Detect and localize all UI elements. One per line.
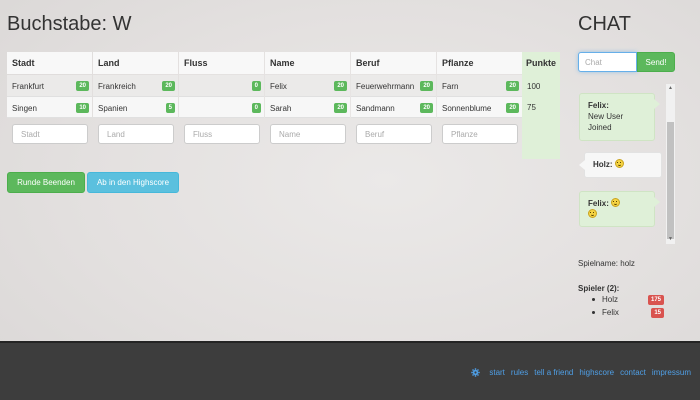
smiley-icon (611, 198, 621, 207)
gear-icon (471, 368, 481, 377)
chat-message: Holz: (579, 152, 662, 178)
score-badge: 175 (647, 295, 664, 305)
points-badge: 20 (506, 81, 519, 91)
highscore-button[interactable]: Ab in den Highscore (87, 172, 179, 193)
table-cell: Frankreich 20 (93, 75, 178, 96)
message-author: Felix: (588, 101, 609, 110)
cell-value: Sarah (270, 104, 292, 113)
pflanze-input[interactable] (442, 124, 518, 144)
column-land: Land Frankreich 20 Spanien 5 (93, 52, 178, 159)
column-name: Name Felix 20 Sarah 20 (265, 52, 350, 159)
column-punkte: Punkte 100 75 (522, 52, 560, 159)
table-cell: Felix 20 (265, 75, 350, 96)
footer-link-start[interactable]: start (489, 368, 505, 377)
points-total: 100 (522, 75, 560, 96)
footer-link-impressum[interactable]: impressum (652, 368, 691, 377)
points-badge: 20 (334, 81, 347, 91)
scrollbar-thumb[interactable] (667, 122, 674, 239)
player-list-name: Felix (602, 308, 619, 317)
table-cell: Farn 20 (437, 75, 522, 96)
points-badge: 20 (420, 103, 433, 113)
table-cell: Spanien 5 (93, 96, 178, 118)
table-cell: Sandmann 20 (351, 96, 436, 118)
cell-value: Frankreich (98, 82, 136, 91)
message-author: Felix: (588, 199, 609, 208)
message-author: Holz: (593, 160, 613, 169)
table-cell: Sarah 20 (265, 96, 350, 118)
cell-value: Frankfurt (12, 82, 45, 91)
column-header-stadt: Stadt (7, 52, 92, 74)
footer-nav: start rules tell a friend highscore cont… (471, 368, 691, 377)
column-beruf: Beruf Feuerwehrmann 20 Sandmann 20 (351, 52, 436, 159)
fluss-input[interactable] (184, 124, 260, 144)
chat-title: CHAT (578, 13, 631, 35)
table-cell: Frankfurt 20 (7, 75, 92, 96)
column-header-beruf: Beruf (351, 52, 436, 74)
list-item: Felix 15 (592, 307, 664, 320)
bullet-icon (592, 298, 595, 301)
points-badge: 20 (162, 81, 175, 91)
end-round-button[interactable]: Runde Beenden (7, 172, 85, 193)
game-table: Stadt Frankfurt 20 Singen 10 Land Frankrei… (7, 52, 560, 159)
score-badge: 15 (651, 308, 664, 318)
cell-value: Sonnenblume (442, 104, 492, 113)
list-item: Holz 175 (592, 294, 664, 307)
name-input[interactable] (270, 124, 346, 144)
cell-value: Sandmann (356, 104, 395, 113)
column-stadt: Stadt Frankfurt 20 Singen 10 (7, 52, 92, 159)
points-badge: 5 (165, 103, 175, 113)
points-total: 75 (522, 96, 560, 118)
points-total-value: 100 (527, 82, 541, 91)
smiley-icon (614, 159, 624, 168)
points-badge: 0 (251, 81, 261, 91)
column-header-name: Name (265, 52, 350, 74)
chat-message: Felix: (579, 191, 660, 227)
table-cell: 0 (179, 96, 264, 118)
message-text: New User Joined (588, 112, 624, 132)
cell-value: Felix (270, 82, 287, 91)
table-cell: Feuerwehrmann 20 (351, 75, 436, 96)
chat-scrollbar[interactable]: ▲ ▼ (666, 84, 675, 244)
cell-value: Singen (12, 104, 37, 113)
table-cell: Sonnenblume 20 (437, 96, 522, 118)
land-input[interactable] (98, 124, 174, 144)
players-header: Spieler (2): (578, 284, 620, 293)
send-button[interactable]: Send! (637, 52, 675, 72)
column-header-pflanze: Pflanze (437, 52, 522, 74)
points-badge: 20 (76, 81, 89, 91)
scroll-up-icon[interactable]: ▲ (666, 84, 675, 93)
table-cell: 0 (179, 75, 264, 96)
footer: start rules tell a friend highscore cont… (0, 341, 700, 400)
points-badge: 20 (420, 81, 433, 91)
points-badge: 20 (334, 103, 347, 113)
points-badge: 10 (76, 103, 89, 113)
column-header-land: Land (93, 52, 178, 74)
player-name: Spielname: holz (578, 259, 635, 268)
footer-link-tell-a-friend[interactable]: tell a friend (534, 368, 573, 377)
footer-link-contact[interactable]: contact (620, 368, 646, 377)
column-pflanze: Pflanze Farn 20 Sonnenblume 20 (437, 52, 522, 159)
cell-value: Farn (442, 82, 459, 91)
footer-link-rules[interactable]: rules (511, 368, 528, 377)
cell-value: Feuerwehrmann (356, 82, 415, 91)
footer-link-highscore[interactable]: highscore (579, 368, 614, 377)
stadt-input[interactable] (12, 124, 88, 144)
column-fluss: Fluss 0 0 (179, 52, 264, 159)
points-badge: 0 (251, 103, 261, 113)
cell-value: Spanien (98, 104, 128, 113)
chat-input[interactable] (578, 52, 637, 72)
table-cell: Singen 10 (7, 96, 92, 118)
smiley-icon (588, 209, 597, 218)
player-list: Holz 175 Felix 15 (592, 294, 664, 320)
chat-message: Felix: New User Joined (579, 93, 660, 141)
points-badge: 20 (506, 103, 519, 113)
scroll-down-icon[interactable]: ▼ (666, 235, 675, 244)
points-total-value: 75 (527, 103, 536, 112)
bullet-icon (592, 311, 595, 314)
player-list-name: Holz (602, 295, 619, 304)
column-header-fluss: Fluss (179, 52, 264, 74)
page-title: Buchstabe: W (7, 13, 132, 35)
beruf-input[interactable] (356, 124, 432, 144)
column-header-punkte: Punkte (522, 52, 560, 74)
